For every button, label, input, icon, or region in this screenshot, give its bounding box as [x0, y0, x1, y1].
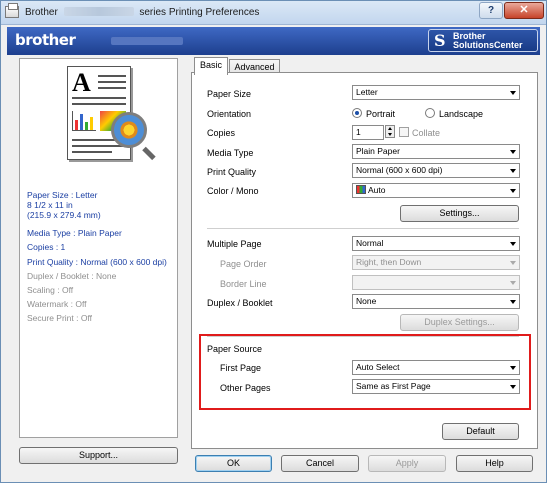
- settings-button[interactable]: Settings...: [400, 205, 519, 222]
- preview-text-line: [72, 151, 112, 153]
- color-mono-label: Color / Mono: [207, 186, 259, 196]
- info-secure-print: Secure Print : Off: [27, 313, 93, 323]
- solutions-center-icon: S: [434, 31, 446, 50]
- ok-button[interactable]: OK: [195, 455, 272, 472]
- settings-summary-panel: A Paper Size : Letter 8 1/2 x 11 in (215…: [19, 58, 178, 438]
- collate-checkbox[interactable]: [399, 127, 409, 137]
- info-paper-dimensions-mm: (215.9 x 279.4 mm): [27, 210, 101, 220]
- duplex-booklet-dropdown[interactable]: None: [352, 294, 520, 309]
- spin-up-icon: [388, 127, 392, 130]
- info-copies: Copies : 1: [27, 242, 66, 252]
- redacted-model-banner: [111, 37, 183, 45]
- info-watermark: Watermark : Off: [27, 299, 87, 309]
- collate-label: Collate: [412, 128, 441, 138]
- portrait-radio[interactable]: [352, 108, 362, 118]
- multiple-page-label: Multiple Page: [207, 239, 262, 249]
- help-button[interactable]: Help: [456, 455, 533, 472]
- color-mono-dropdown[interactable]: Auto: [352, 183, 520, 198]
- chevron-down-icon: [510, 189, 516, 193]
- cancel-button[interactable]: Cancel: [281, 455, 359, 472]
- print-quality-value: Normal (600 x 600 dpi): [356, 165, 443, 175]
- apply-button[interactable]: Apply: [368, 455, 446, 472]
- preview-text-line: [98, 87, 126, 89]
- chevron-down-icon: [510, 261, 516, 265]
- preview-bar: [90, 117, 93, 130]
- copies-spinner[interactable]: [385, 125, 395, 138]
- duplex-booklet-value: None: [356, 296, 377, 306]
- preview-letter-icon: A: [72, 68, 91, 97]
- paper-source-highlight-box: [199, 334, 531, 410]
- preview-text-line: [72, 103, 126, 105]
- brother-logo: brother: [15, 31, 76, 49]
- multiple-page-value: Normal: [356, 238, 384, 248]
- preview-text-line: [72, 97, 126, 99]
- media-type-value: Plain Paper: [356, 146, 400, 156]
- title-bar: Brother series Printing Preferences ? ✕: [1, 1, 546, 25]
- landscape-radio[interactable]: [425, 108, 435, 118]
- spin-down-icon: [388, 133, 392, 136]
- help-title-button[interactable]: ?: [479, 2, 503, 19]
- close-button[interactable]: ✕: [504, 2, 544, 19]
- page-order-label: Page Order: [220, 259, 267, 269]
- multiple-page-dropdown[interactable]: Normal: [352, 236, 520, 251]
- page-order-dropdown[interactable]: Right, then Down: [352, 255, 520, 270]
- support-button[interactable]: Support...: [19, 447, 178, 464]
- print-quality-dropdown[interactable]: Normal (600 x 600 dpi): [352, 163, 520, 178]
- solutions-line-2: SolutionsCenter: [453, 40, 523, 50]
- tab-basic[interactable]: Basic: [194, 57, 228, 75]
- chevron-down-icon: [510, 91, 516, 95]
- chevron-down-icon: [510, 242, 516, 246]
- paper-size-value: Letter: [356, 87, 378, 97]
- window-title: Brother series Printing Preferences: [25, 7, 259, 18]
- preview-bar: [80, 114, 83, 130]
- chevron-down-icon: [510, 150, 516, 154]
- media-type-label: Media Type: [207, 148, 254, 158]
- magnifier-icon: [111, 112, 147, 148]
- print-quality-label: Print Quality: [207, 167, 257, 177]
- preview-bar: [75, 120, 78, 130]
- chevron-down-icon: [510, 281, 516, 285]
- color-mono-value: Auto: [368, 185, 386, 195]
- preview-chart-icon: [72, 111, 96, 131]
- printer-icon: [5, 3, 19, 18]
- color-palette-icon: [356, 185, 366, 194]
- paper-size-label: Paper Size: [207, 89, 252, 99]
- solutions-center-label: Brother SolutionsCenter: [453, 32, 523, 50]
- redacted-model-name: [63, 7, 134, 16]
- chevron-down-icon: [510, 169, 516, 173]
- orientation-label: Orientation: [207, 109, 252, 119]
- copies-label: Copies: [207, 128, 236, 138]
- duplex-booklet-label: Duplex / Booklet: [207, 298, 273, 308]
- info-paper-size: Paper Size : Letter: [27, 190, 98, 200]
- portrait-label: Portrait: [366, 109, 396, 119]
- duplex-settings-button[interactable]: Duplex Settings...: [400, 314, 519, 331]
- paper-size-dropdown[interactable]: Letter: [352, 85, 520, 100]
- landscape-label: Landscape: [439, 109, 484, 119]
- border-line-dropdown[interactable]: [352, 275, 520, 290]
- copies-value: 1: [356, 127, 361, 137]
- border-line-label: Border Line: [220, 279, 267, 289]
- media-type-dropdown[interactable]: Plain Paper: [352, 144, 520, 159]
- brother-banner: brother S Brother SolutionsCenter: [7, 27, 540, 55]
- title-prefix: Brother: [25, 7, 58, 18]
- preview-text-line: [72, 145, 126, 147]
- info-print-quality: Print Quality : Normal (600 x 600 dpi): [27, 257, 167, 267]
- magnifier-handle: [142, 146, 156, 161]
- printing-preferences-window: Brother series Printing Preferences ? ✕ …: [0, 0, 547, 483]
- default-button[interactable]: Default: [442, 423, 519, 440]
- preview-text-line: [98, 81, 126, 83]
- info-duplex: Duplex / Booklet : None: [27, 271, 117, 281]
- separator: [207, 228, 519, 229]
- preview-text-line: [98, 75, 126, 77]
- page-order-value: Right, then Down: [356, 257, 422, 267]
- info-scaling: Scaling : Off: [27, 285, 74, 295]
- title-suffix: series Printing Preferences: [139, 7, 260, 18]
- preview-bar: [85, 122, 88, 130]
- solutions-center-button[interactable]: S Brother SolutionsCenter: [428, 29, 538, 52]
- copies-input[interactable]: 1: [352, 125, 384, 140]
- info-paper-dimensions-in: 8 1/2 x 11 in: [27, 200, 73, 210]
- chevron-down-icon: [510, 300, 516, 304]
- info-media-type: Media Type : Plain Paper: [27, 228, 122, 238]
